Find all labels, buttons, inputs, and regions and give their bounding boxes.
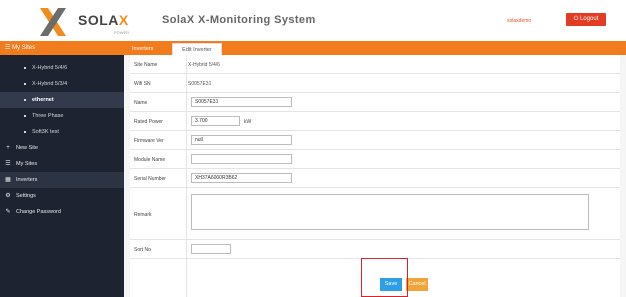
logo-wordmark: SOLAX: [78, 12, 129, 28]
sidebar-item-my-sites-header[interactable]: ☰ My Sites: [0, 41, 124, 55]
firmware-input[interactable]: [191, 135, 292, 145]
firmware-label: Firmware Ver: [134, 138, 164, 144]
key-icon: ✎: [5, 209, 11, 215]
form-row-site-name: Site Name X-Hybrid 5/4/6: [130, 55, 620, 74]
name-label: Name: [134, 100, 148, 106]
save-highlight-box: [361, 258, 408, 297]
solax-logo-icon: [40, 8, 66, 36]
form-row-sort-no: Sort No: [130, 240, 620, 259]
user-name-link[interactable]: solaxdemo: [507, 18, 531, 24]
header: SOLAX POWER SolaX X-Monitoring System so…: [0, 0, 626, 41]
form-row-firmware: Firmware Ver: [130, 131, 620, 150]
app-title: SolaX X-Monitoring System: [162, 14, 316, 26]
site-name-label: Site Name: [134, 62, 158, 68]
logo-subtitle: POWER: [114, 30, 130, 35]
form-row-serial-number: Serial Number: [130, 169, 620, 188]
sidebar-site-item-active[interactable]: ethernet: [0, 92, 124, 108]
remark-label: Remark: [134, 212, 152, 218]
sort-no-input[interactable]: [191, 244, 231, 254]
sidebar-item-my-sites[interactable]: ☰ My Sites: [0, 156, 124, 172]
rated-power-label: Rated Power: [134, 119, 163, 125]
logout-label: Logout: [580, 16, 599, 22]
form-row-name: Name: [130, 93, 620, 112]
serial-number-input[interactable]: [191, 173, 292, 183]
sort-no-label: Sort No: [134, 247, 151, 253]
sidebar-item-inverters[interactable]: ▦ Inverters: [0, 172, 124, 188]
site-list: X-Hybrid 5/4/6 X-Hybrid 5/3/4 ethernet T…: [0, 55, 124, 140]
gear-icon: ⚙: [5, 193, 11, 199]
sidebar-site-item[interactable]: Three Phase: [0, 108, 124, 124]
sidebar-site-item[interactable]: Soft3K test: [0, 124, 124, 140]
plus-icon: +: [6, 145, 10, 151]
sidebar-site-item[interactable]: X-Hybrid 5/4/6: [0, 60, 124, 76]
cancel-button[interactable]: Cancel: [406, 278, 428, 291]
module-name-label: Module Name: [134, 157, 166, 163]
site-name-value: X-Hybrid 5/4/6: [188, 62, 220, 68]
wifi-sn-value: S0057E31: [188, 81, 212, 87]
sidebar: ☰ My Sites X-Hybrid 5/4/6 X-Hybrid 5/3/4…: [0, 41, 124, 297]
form-row-wifi-sn: Wifi SN S0057E31: [130, 74, 620, 93]
tab-inverters[interactable]: Inverters: [132, 43, 153, 55]
inverter-icon: ▦: [5, 177, 11, 183]
name-input[interactable]: [191, 97, 292, 107]
tab-bar: Inverters Edit Inverter: [124, 41, 626, 55]
wifi-sn-label: Wifi SN: [134, 81, 151, 87]
module-name-input[interactable]: [191, 154, 292, 164]
serial-number-label: Serial Number: [134, 176, 166, 182]
form-row-module-name: Module Name: [130, 150, 620, 169]
tab-edit-inverter[interactable]: Edit Inverter: [172, 43, 222, 55]
rated-power-unit: kW: [244, 119, 252, 125]
remark-textarea[interactable]: [191, 194, 589, 230]
list-icon: ☰: [5, 45, 11, 51]
logout-button[interactable]: ⏻ Logout: [566, 13, 606, 26]
sidebar-item-settings[interactable]: ⚙ Settings: [0, 188, 124, 204]
power-icon: ⏻: [573, 16, 579, 22]
form-row-rated-power: Rated Power kW: [130, 112, 620, 131]
sidebar-item-new-site[interactable]: + New Site: [0, 140, 124, 156]
rated-power-input[interactable]: [191, 116, 240, 126]
form-row-remark: Remark: [130, 188, 620, 240]
sidebar-item-change-password[interactable]: ✎ Change Password: [0, 204, 124, 220]
list-icon: ☰: [5, 161, 11, 167]
sidebar-site-item[interactable]: X-Hybrid 5/3/4: [0, 76, 124, 92]
